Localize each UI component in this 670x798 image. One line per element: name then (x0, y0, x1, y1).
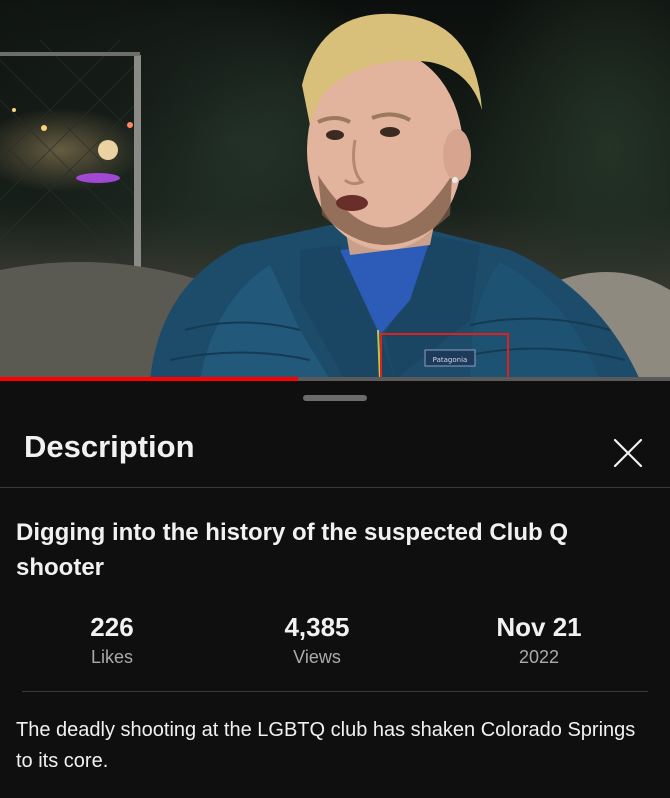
likes-stat: 226 Likes (62, 611, 162, 669)
drag-handle[interactable] (303, 395, 367, 401)
date-stat: Nov 21 2022 (479, 611, 599, 669)
close-icon (613, 438, 643, 468)
header-divider (0, 487, 670, 488)
sheet-title: Description (24, 429, 195, 464)
video-frame: Patagonia (0, 13, 670, 380)
description-text: The deadly shooting at the LGBTQ club ha… (16, 719, 636, 772)
stats-divider (22, 691, 648, 692)
video-title: Digging into the history of the suspecte… (16, 519, 568, 581)
likes-count: 226 (90, 612, 134, 642)
views-count: 4,385 (284, 612, 350, 642)
description-sheet: Description Digging into the history of … (0, 381, 670, 798)
views-label: Views (293, 647, 341, 667)
publish-year: 2022 (518, 647, 560, 667)
shirt-logo-text: Patagonia (433, 356, 468, 364)
likes-label: Likes (90, 647, 134, 667)
publish-date: Nov 21 (496, 612, 582, 642)
video-player[interactable]: Patagonia (0, 0, 670, 380)
close-button[interactable] (606, 431, 650, 475)
views-stat: 4,385 Views (257, 611, 377, 669)
